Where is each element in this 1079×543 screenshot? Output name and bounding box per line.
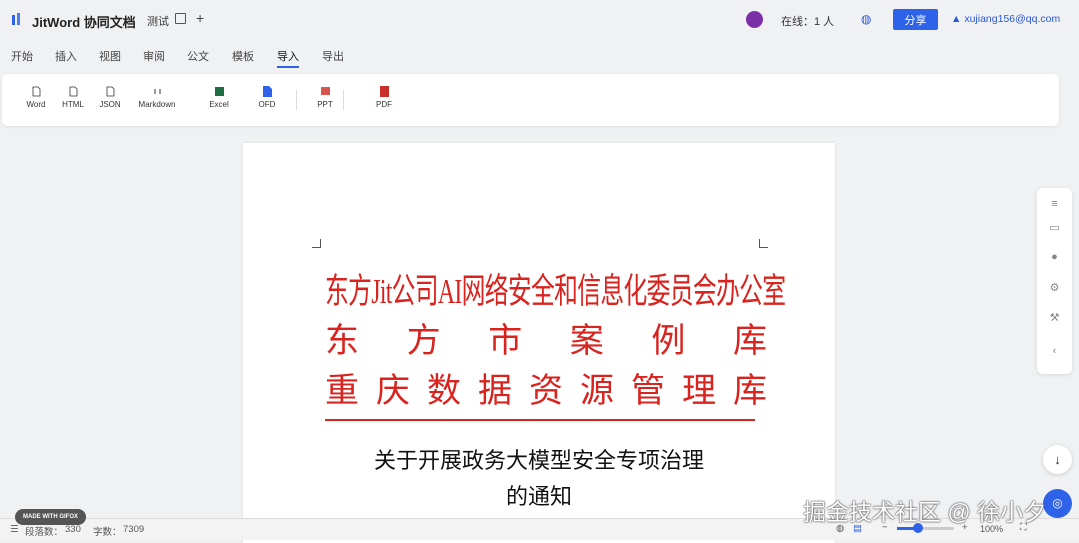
red-header-char: 源 — [580, 373, 614, 410]
tool-label: PPT — [317, 100, 333, 109]
collapse-icon[interactable]: ‹ — [1037, 345, 1072, 357]
document-page[interactable]: 东方Jit公司AI网络安全和信息化委员会办公室 东方市案例库 重庆数据资源管理库… — [243, 143, 835, 543]
document-title: 关于开展政务大模型安全专项治理 — [373, 448, 704, 473]
tab-import[interactable]: 导入 — [277, 48, 299, 68]
tool-label: JSON — [99, 100, 121, 109]
app-title: JitWord 协同文档 — [32, 15, 136, 30]
assistant-button[interactable]: ◎ — [1043, 489, 1072, 518]
word-file-icon — [32, 86, 40, 97]
tool-label: Excel — [209, 100, 229, 109]
import-excel-button[interactable]: Excel — [194, 86, 244, 109]
word-count: 7309 — [123, 524, 145, 535]
excel-icon — [214, 87, 224, 96]
markdown-icon — [154, 89, 160, 94]
import-pdf-button[interactable]: PDF — [359, 86, 409, 109]
red-header-char: 东 — [325, 323, 359, 360]
document-list-icon[interactable] — [175, 13, 186, 24]
word-count-label: 字数： — [93, 527, 122, 538]
document-title: 的通知 — [505, 484, 572, 509]
margin-corner-mark — [759, 239, 768, 248]
tab-export[interactable]: 导出 — [322, 48, 344, 64]
tool-label: Word — [26, 100, 46, 109]
import-markdown-button[interactable]: Markdown — [132, 86, 182, 109]
red-header-char: 管 — [631, 373, 665, 410]
document-icon: ☰ — [10, 524, 19, 535]
user-email: xujiang156@qq.com — [964, 13, 1061, 25]
red-header-char: 例 — [651, 323, 686, 360]
paragraph-count-label: 段落数： — [25, 527, 64, 538]
tab-view[interactable]: 视图 — [99, 48, 121, 64]
red-header-char: 庆 — [376, 373, 410, 410]
tool-label: HTML — [62, 100, 84, 109]
divider — [296, 90, 297, 110]
tool-icon[interactable]: ⚒ — [1037, 311, 1072, 324]
tab-start[interactable]: 开始 — [11, 48, 33, 64]
ofd-icon — [262, 86, 272, 97]
red-divider — [325, 419, 755, 421]
red-header-char: 据 — [478, 373, 512, 410]
red-header-line: 东方Jit公司AI网络安全和信息化委员会办公室 — [325, 272, 786, 311]
avatar[interactable] — [746, 11, 763, 28]
doc-title[interactable]: 测试 — [147, 13, 169, 29]
tab-insert[interactable]: 插入 — [55, 48, 77, 64]
comment-icon[interactable]: ▭ — [1037, 221, 1072, 234]
red-header-char: 库 — [733, 373, 767, 410]
red-header-char: 市 — [488, 323, 523, 360]
red-header-line: 东方市案例库 — [325, 313, 767, 362]
import-json-button[interactable]: JSON — [85, 86, 135, 109]
red-header-char: 案 — [569, 323, 604, 360]
paragraph-count: 330 — [65, 524, 81, 535]
app-logo-icon — [12, 13, 20, 25]
tab-official[interactable]: 公文 — [187, 48, 209, 64]
tool-label: Markdown — [138, 100, 176, 109]
red-header-char: 库 — [732, 323, 767, 360]
top-bar: JitWord 协同文档 测试 + 在线：1 人 ◍ 分享 ▲ xujiang1… — [0, 0, 1079, 38]
red-header-char: 资 — [529, 373, 563, 410]
share-button[interactable]: 分享 — [893, 9, 938, 30]
tab-template[interactable]: 模板 — [232, 48, 254, 64]
settings-icon[interactable]: ⚙ — [1037, 281, 1072, 294]
online-count: 在线：1 人 — [781, 16, 835, 28]
red-header-char: 数 — [427, 373, 461, 410]
tool-label: PDF — [376, 100, 392, 109]
import-toolbar: Word HTML JSON Markdown Excel OFD PPT PD… — [2, 74, 1059, 126]
red-header-char: 重 — [325, 373, 359, 410]
info-icon[interactable]: ● — [1037, 251, 1072, 263]
html-file-icon — [69, 86, 77, 97]
user-account[interactable]: ▲ xujiang156@qq.com — [951, 13, 1060, 25]
scroll-down-button[interactable]: ↓ — [1043, 445, 1072, 474]
watermark: 掘金技术社区 @ 徐小夕 — [803, 499, 1047, 525]
ppt-icon — [320, 87, 330, 95]
pdf-icon — [379, 86, 389, 97]
red-header-char: 方 — [406, 323, 441, 360]
tool-label: OFD — [258, 100, 276, 109]
divider — [343, 90, 344, 110]
globe-icon[interactable]: ◍ — [861, 12, 871, 26]
outline-icon[interactable]: ≡ — [1037, 198, 1072, 210]
add-document-icon[interactable]: + — [196, 10, 204, 26]
import-ofd-button[interactable]: OFD — [242, 86, 292, 109]
side-tool-panel: ≡ ▭ ● ⚙ ⚒ ‹ — [1037, 188, 1072, 374]
margin-corner-mark — [312, 239, 321, 248]
zoom-slider[interactable] — [897, 527, 954, 530]
tab-review[interactable]: 审阅 — [143, 48, 165, 64]
red-header-line: 重庆数据资源管理库 — [325, 363, 767, 412]
red-header-char: 理 — [682, 373, 716, 410]
gifox-badge: MADE WITH GIFOX — [15, 509, 86, 525]
json-file-icon — [106, 86, 114, 97]
